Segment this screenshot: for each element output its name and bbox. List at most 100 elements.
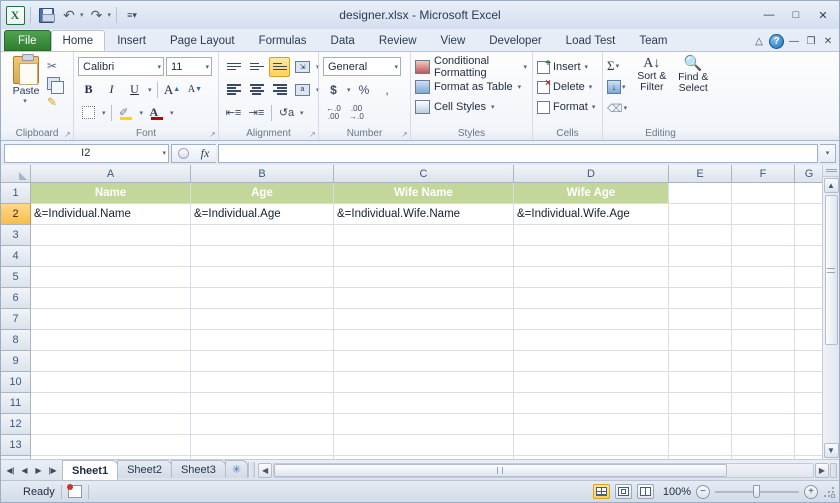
cell-g10[interactable] bbox=[795, 372, 822, 393]
row-header-10[interactable]: 10 bbox=[1, 372, 31, 393]
cell-b11[interactable] bbox=[191, 393, 334, 414]
vertical-split-handle[interactable] bbox=[823, 165, 839, 177]
cell-b9[interactable] bbox=[191, 351, 334, 372]
horizontal-scroll-track[interactable] bbox=[273, 462, 814, 478]
cell-a10[interactable] bbox=[31, 372, 191, 393]
cell-g1[interactable] bbox=[795, 183, 822, 204]
tab-home[interactable]: Home bbox=[50, 30, 106, 51]
cell-d8[interactable] bbox=[514, 330, 669, 351]
underline-button[interactable]: U bbox=[124, 80, 145, 100]
restore-workbook-icon[interactable]: ❐ bbox=[804, 36, 818, 47]
zoom-in-button[interactable]: + bbox=[804, 484, 818, 499]
column-header-a[interactable]: A bbox=[31, 165, 191, 183]
excel-logo-icon[interactable]: X bbox=[5, 5, 25, 25]
format-cells-caret-icon[interactable]: ▾ bbox=[591, 103, 597, 111]
cell-f12[interactable] bbox=[732, 414, 795, 435]
cell-d10[interactable] bbox=[514, 372, 669, 393]
row-header-2[interactable]: 2 bbox=[1, 204, 31, 225]
decrease-decimal-button[interactable]: .00 →.0 bbox=[346, 103, 367, 123]
cell-a3[interactable] bbox=[31, 225, 191, 246]
autosum-button[interactable]: Σ ▾ bbox=[607, 56, 628, 76]
currency-caret-icon[interactable]: ▾ bbox=[346, 86, 352, 94]
cell-b13[interactable] bbox=[191, 435, 334, 456]
cell-g8[interactable] bbox=[795, 330, 822, 351]
insert-function-button[interactable]: fx bbox=[194, 145, 216, 162]
cell-f5[interactable] bbox=[732, 267, 795, 288]
cell-a14[interactable] bbox=[31, 456, 191, 459]
align-right-button[interactable] bbox=[269, 80, 290, 100]
cell-g7[interactable] bbox=[795, 309, 822, 330]
cell-a8[interactable] bbox=[31, 330, 191, 351]
format-cells-button[interactable]: Format ▾ bbox=[537, 97, 596, 117]
undo-icon[interactable]: ↶ bbox=[59, 5, 79, 25]
cell-a9[interactable] bbox=[31, 351, 191, 372]
cell-c2[interactable]: &=Individual.Wife.Name bbox=[334, 204, 514, 225]
column-header-c[interactable]: C bbox=[334, 165, 514, 183]
italic-button[interactable]: I bbox=[101, 80, 122, 100]
cell-g6[interactable] bbox=[795, 288, 822, 309]
horizontal-scroll-thumb[interactable] bbox=[274, 463, 727, 477]
align-bottom-button[interactable] bbox=[269, 56, 290, 77]
expand-formula-bar-button[interactable]: ▾ bbox=[820, 143, 836, 163]
cell-g3[interactable] bbox=[795, 225, 822, 246]
cell-a1[interactable]: Name bbox=[31, 183, 191, 204]
page-break-preview-button[interactable] bbox=[637, 484, 654, 499]
cell-g12[interactable] bbox=[795, 414, 822, 435]
cell-e14[interactable] bbox=[669, 456, 732, 459]
cell-d2[interactable]: &=Individual.Wife.Age bbox=[514, 204, 669, 225]
cut-button[interactable]: ✂ bbox=[47, 57, 62, 74]
cell-e3[interactable] bbox=[669, 225, 732, 246]
shrink-font-button[interactable]: A ▼ bbox=[185, 80, 206, 100]
cell-f3[interactable] bbox=[732, 225, 795, 246]
font-name-input[interactable]: Calibri ▾ bbox=[78, 57, 164, 76]
increase-decimal-button[interactable]: ←.0.00 bbox=[323, 103, 344, 123]
underline-caret-icon[interactable]: ▾ bbox=[147, 86, 153, 94]
currency-format-button[interactable]: $ bbox=[323, 80, 344, 100]
cell-e10[interactable] bbox=[669, 372, 732, 393]
zoom-out-button[interactable]: − bbox=[696, 484, 710, 499]
cell-c13[interactable] bbox=[334, 435, 514, 456]
cell-b5[interactable] bbox=[191, 267, 334, 288]
restore-window-button[interactable]: □ bbox=[783, 7, 809, 24]
fill-button[interactable]: ↓ ▾ bbox=[607, 77, 628, 97]
cell-g9[interactable] bbox=[795, 351, 822, 372]
cell-e4[interactable] bbox=[669, 246, 732, 267]
cell-a5[interactable] bbox=[31, 267, 191, 288]
tab-formulas[interactable]: Formulas bbox=[247, 30, 319, 51]
minimize-workbook-icon[interactable]: — bbox=[787, 36, 801, 47]
format-as-table-button[interactable]: Format as Table ▾ bbox=[415, 77, 522, 97]
cell-d6[interactable] bbox=[514, 288, 669, 309]
row-header-7[interactable]: 7 bbox=[1, 309, 31, 330]
cell-g14[interactable] bbox=[795, 456, 822, 459]
align-top-button[interactable] bbox=[223, 57, 244, 77]
tab-load-test[interactable]: Load Test bbox=[554, 30, 628, 51]
bold-button[interactable]: B bbox=[78, 80, 99, 100]
cell-b2[interactable]: &=Individual.Age bbox=[191, 204, 334, 225]
borders-button[interactable] bbox=[78, 103, 99, 123]
cell-g4[interactable] bbox=[795, 246, 822, 267]
cell-d11[interactable] bbox=[514, 393, 669, 414]
font-dialog-launcher[interactable]: ↗ bbox=[208, 130, 217, 139]
cell-g2[interactable] bbox=[795, 204, 822, 225]
find-and-select-button[interactable]: 🔍 Find & Select bbox=[673, 56, 714, 94]
cell-d9[interactable] bbox=[514, 351, 669, 372]
cell-c3[interactable] bbox=[334, 225, 514, 246]
cell-f8[interactable] bbox=[732, 330, 795, 351]
cell-b8[interactable] bbox=[191, 330, 334, 351]
percent-format-button[interactable]: % bbox=[354, 80, 375, 100]
cell-c14[interactable] bbox=[334, 456, 514, 459]
insert-cells-button[interactable]: Insert ▾ bbox=[537, 57, 589, 77]
wrap-text-caret-icon[interactable]: ▾ bbox=[299, 109, 305, 117]
cell-a6[interactable] bbox=[31, 288, 191, 309]
cell-d14[interactable] bbox=[514, 456, 669, 459]
cell-styles-button[interactable]: Cell Styles ▾ bbox=[415, 97, 495, 117]
font-name-caret-icon[interactable]: ▾ bbox=[154, 63, 161, 71]
orientation-button[interactable]: ⇲ bbox=[292, 57, 313, 77]
close-window-button[interactable]: ✕ bbox=[810, 7, 836, 24]
font-color-button[interactable]: A bbox=[146, 103, 167, 123]
window-resize-grip[interactable] bbox=[823, 486, 835, 498]
clipboard-dialog-launcher[interactable]: ↗ bbox=[63, 130, 72, 139]
undo-caret-icon[interactable]: ▾ bbox=[80, 11, 84, 19]
merge-and-center-button[interactable]: a bbox=[292, 80, 313, 100]
formula-input[interactable] bbox=[218, 143, 818, 163]
